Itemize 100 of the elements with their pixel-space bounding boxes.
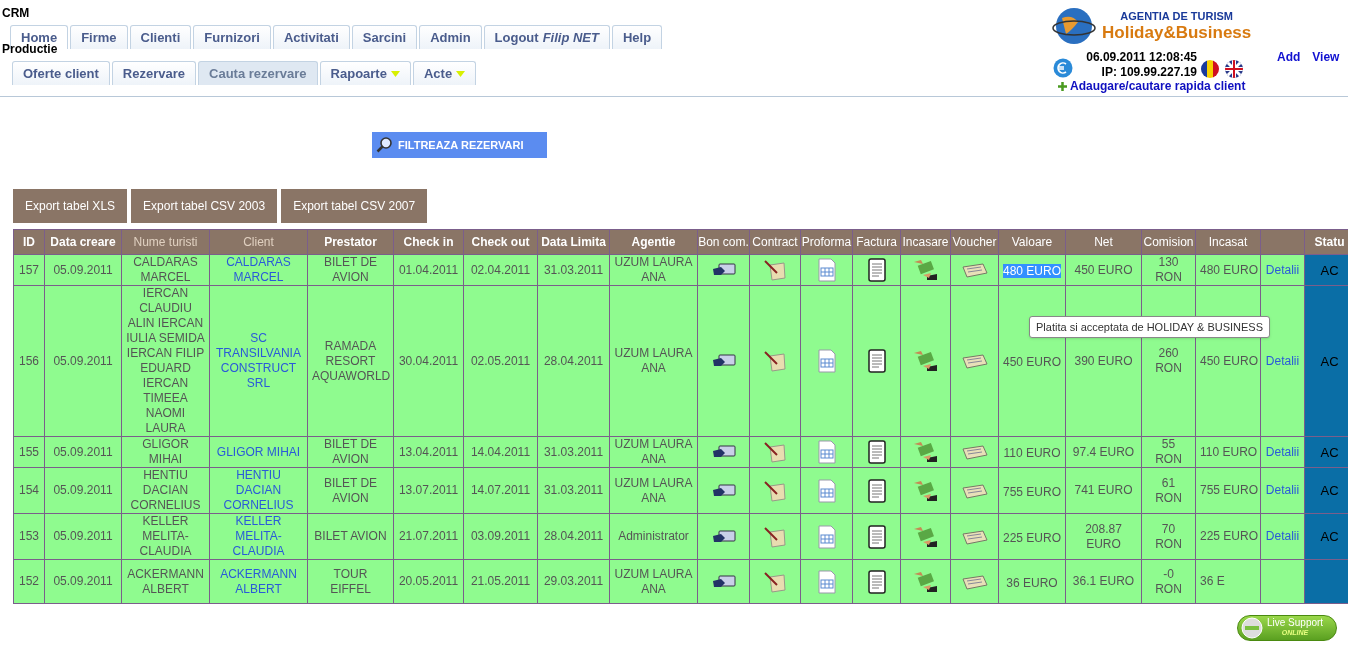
status-cell: AC [1304, 513, 1348, 560]
table-cell: 29.03.2011 [537, 559, 610, 604]
table-cell: UZUM LAURA ANA [609, 436, 698, 468]
table-cell: 03.09.2011 [463, 513, 538, 560]
nav-tab[interactable]: Acte [412, 61, 477, 85]
header-link[interactable]: Add [1277, 50, 1301, 65]
table-cell: 01.04.2011 [393, 254, 464, 286]
nav-tab[interactable]: Oferte client [12, 61, 110, 85]
table-cell: UZUM LAURA ANA [609, 254, 698, 286]
table-cell: 55 RON [1141, 436, 1196, 468]
filter-reservations-button[interactable]: FILTREAZA REZERVARI [372, 132, 547, 158]
column-header: Proforma [800, 229, 853, 255]
table-cell: 30.04.2011 [393, 285, 464, 437]
column-header: Prestator [307, 229, 394, 255]
pen-paper-icon[interactable] [763, 441, 787, 463]
document-icon[interactable] [866, 478, 887, 503]
column-header: Client [209, 229, 308, 255]
table-cell: 02.04.2011 [463, 254, 538, 286]
voucher-tickets-icon[interactable] [960, 481, 989, 500]
column-header: Net [1065, 229, 1142, 255]
nav-tab[interactable]: Admin [419, 25, 482, 49]
pen-paper-icon[interactable] [763, 479, 787, 502]
table-cell: ACKERMANN ALBERT [121, 559, 210, 604]
table-cell: KELLER MELITA-CLAUDIA [121, 513, 210, 560]
table-cell: BILET AVION [307, 513, 394, 560]
table-cell: 21.07.2011 [393, 513, 464, 560]
nav-tab[interactable]: Help [612, 25, 663, 49]
table-cell: 110 EURO [1003, 446, 1061, 460]
table-cell: 225 EURO [1003, 530, 1061, 545]
table-cell: UZUM LAURA ANA [609, 467, 698, 514]
nav-tab[interactable]: Clienti [129, 25, 192, 49]
table-cell: TOUR EIFFEL [307, 559, 394, 604]
column-header: Agentie [609, 229, 698, 255]
column-header: Data creare [44, 229, 122, 255]
pen-paper-icon[interactable] [763, 525, 787, 548]
table-cell: UZUM LAURA ANA [609, 559, 698, 604]
table-cell: BILET DE AVION [307, 436, 394, 468]
document-icon[interactable] [866, 440, 887, 464]
document-icon[interactable] [866, 524, 887, 549]
nav-tab[interactable]: Firme [70, 25, 128, 49]
euro-coin-icon[interactable] [1053, 58, 1073, 78]
column-header: Bon com. [697, 229, 750, 255]
pen-paper-icon[interactable] [763, 570, 787, 593]
table-cell: IERCAN CLAUDIU ALIN IERCAN IULIA SEMIDA IERCAN FILIP EDUARD IERCAN TIMEEA NAOMI LAURA [121, 285, 210, 437]
pen-paper-icon[interactable] [763, 259, 787, 281]
nav-tab[interactable]: Cauta rezervare [198, 61, 318, 85]
table-cell: 31.03.2011 [537, 436, 610, 468]
tooltip: Platita si acceptata de HOLIDAY & BUSINESS [1029, 316, 1271, 338]
table-cell: 153 [13, 513, 45, 560]
details-link[interactable]: Detalii [1265, 353, 1300, 368]
uk-flag-icon[interactable] [1225, 60, 1243, 78]
export-button[interactable]: Export tabel XLS [13, 189, 128, 223]
table-cell: CALDARAS MARCEL [121, 254, 210, 286]
voucher-tickets-icon[interactable] [960, 261, 989, 279]
table-cell: 97.4 EURO [1065, 436, 1142, 468]
table-cell: 152 [13, 559, 45, 604]
voucher-tickets-icon[interactable] [960, 352, 989, 370]
export-button[interactable]: Export tabel CSV 2003 [131, 189, 278, 223]
table-cell: 154 [13, 467, 45, 514]
table-cell: 61 RON [1141, 467, 1196, 514]
document-icon[interactable] [866, 569, 887, 594]
column-header: Data Limita [537, 229, 610, 255]
status-cell: AC [1304, 467, 1348, 514]
column-header: Nume turisti [121, 229, 210, 255]
table-cell: 20.05.2011 [393, 559, 464, 604]
nav-tab[interactable]: Rapoarte [319, 61, 411, 85]
export-button[interactable]: Export tabel CSV 2007 [281, 189, 428, 223]
table-cell: 05.09.2011 [44, 559, 122, 604]
table-cell: 480 EURO [1195, 254, 1261, 286]
pen-paper-icon[interactable] [763, 350, 787, 372]
column-header: ID [13, 229, 45, 255]
nav-tab[interactable]: Sarcini [351, 25, 418, 49]
quick-client-link[interactable]: Adaugare/cautare rapida client [1070, 79, 1246, 93]
voucher-tickets-icon[interactable] [960, 572, 989, 591]
table-cell: 14.07.2011 [463, 467, 538, 514]
table-cell: 130 RON [1141, 254, 1196, 286]
nav-tab[interactable]: Activitati [272, 25, 350, 49]
column-header: Check in [393, 229, 464, 255]
voucher-tickets-icon[interactable] [960, 527, 989, 546]
table-cell: 480 EURO [1003, 264, 1061, 278]
romania-flag-icon[interactable] [1201, 60, 1219, 78]
document-icon[interactable] [866, 349, 887, 373]
table-cell: 155 [13, 436, 45, 468]
table-cell: GLIGOR MIHAI [121, 436, 210, 468]
nav-tab[interactable]: Logout Filip NET [483, 25, 610, 49]
table-cell: 225 EURO [1195, 513, 1261, 560]
column-header: Check out [463, 229, 538, 255]
table-cell: 208.87 EURO [1065, 513, 1142, 560]
column-header: Comision [1141, 229, 1196, 255]
table-cell: 36 EURO [1006, 575, 1058, 590]
voucher-tickets-icon[interactable] [960, 443, 989, 461]
nav-tab[interactable]: Rezervare [111, 61, 196, 85]
document-icon[interactable] [866, 258, 887, 282]
header-link[interactable]: View [1312, 50, 1340, 65]
table-cell: 36 E [1195, 559, 1261, 604]
table-cell: 21.05.2011 [463, 559, 538, 604]
table-cell: 02.05.2011 [463, 285, 538, 437]
table-cell: 36.1 EURO [1065, 559, 1142, 604]
nav-tab[interactable]: Furnizori [193, 25, 271, 49]
table-cell: 05.09.2011 [44, 513, 122, 560]
